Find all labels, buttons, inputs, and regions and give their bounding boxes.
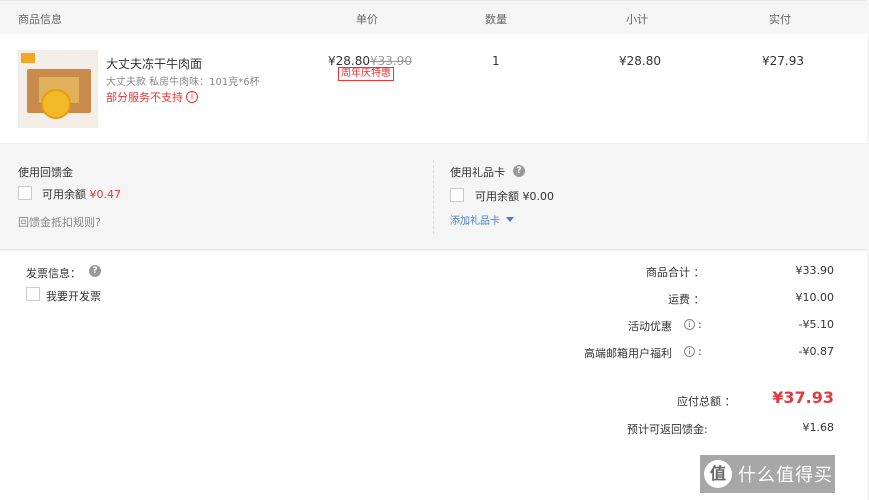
service-warning-text: 部分服务不支持 xyxy=(106,91,183,104)
payable-total-value: ¥37.93 xyxy=(772,388,834,407)
rebate-available: 可用余额 ¥0.47 xyxy=(42,186,121,202)
rebate-available-label: 可用余额 xyxy=(42,188,86,201)
original-price: ¥33.90 xyxy=(370,54,412,68)
rebate-return-label: 预计可返回馈金: xyxy=(627,423,708,436)
subtotal-value: ¥28.80 xyxy=(619,54,661,68)
add-giftcard-link[interactable]: 添加礼品卡 xyxy=(450,212,514,227)
rebate-return-value: ¥1.68 xyxy=(802,421,835,434)
brand-tag-shape xyxy=(21,53,35,63)
actual-paid-value: ¥27.93 xyxy=(762,54,804,68)
rebate-rule-link[interactable]: 回馈金抵扣规则? xyxy=(18,214,101,230)
invoice-title: 发票信息： xyxy=(26,267,81,280)
giftcard-available: 可用余额 ¥0.00 xyxy=(475,188,554,204)
product-row: 大丈夫冻干牛肉面 大丈夫款 私房牛肉味：101克*6杯 部分服务不支持 i ¥2… xyxy=(0,34,867,144)
site-watermark: 值 什么值得买 xyxy=(700,455,835,493)
product-thumbnail[interactable] xyxy=(18,50,98,128)
unit-price: ¥28.80 xyxy=(328,54,370,68)
help-icon[interactable]: ? xyxy=(513,165,525,177)
quantity-value: 1 xyxy=(492,54,500,68)
promo-colon: : xyxy=(698,318,702,331)
promo-label: 活动优惠 xyxy=(628,320,672,333)
col-quantity: 数量 xyxy=(485,13,507,26)
member-benefit-label: 高端邮箱用户福利 xyxy=(584,347,672,360)
noodle-cup-shape xyxy=(41,89,71,119)
section-divider xyxy=(433,160,434,234)
shipping-value: ¥10.00 xyxy=(795,291,835,304)
rebate-available-value: ¥0.47 xyxy=(89,188,122,201)
product-spec: 大丈夫款 私房牛肉味：101克*6杯 xyxy=(106,77,260,88)
invoice-checkbox-label: 我要开发票 xyxy=(46,290,101,303)
promo-badge: 周年庆特惠 xyxy=(338,67,394,81)
watermark-text: 什么值得买 xyxy=(738,465,833,486)
promo-value: -¥5.10 xyxy=(798,318,834,331)
member-colon: : xyxy=(698,345,702,358)
smzdm-logo-icon: 值 xyxy=(704,460,732,488)
info-icon[interactable]: i xyxy=(186,91,198,103)
product-name[interactable]: 大丈夫冻干牛肉面 xyxy=(106,55,202,72)
shipping-label: 运费 ： xyxy=(668,293,705,306)
promo-info-icon[interactable]: i xyxy=(684,319,695,330)
rebate-title: 使用回馈金 xyxy=(18,166,73,179)
goods-total-label: 商品合计 ： xyxy=(646,266,705,279)
add-giftcard-text: 添加礼品卡 xyxy=(450,216,500,227)
member-info-icon[interactable]: i xyxy=(684,346,695,357)
col-product: 商品信息 xyxy=(18,13,62,26)
col-subtotal: 小计 xyxy=(626,13,648,26)
giftcard-checkbox[interactable] xyxy=(450,188,464,202)
goods-total-value: ¥33.90 xyxy=(795,264,835,277)
service-warning[interactable]: 部分服务不支持 i xyxy=(106,89,198,105)
member-benefit-value: -¥0.87 xyxy=(798,345,834,358)
table-header: 商品信息 单价 数量 小计 实付 xyxy=(0,0,867,34)
payment-options-section: 使用回馈金 可用余额 ¥0.47 回馈金抵扣规则? 使用礼品卡 ? 可用余额 ¥… xyxy=(0,148,867,250)
chevron-down-icon xyxy=(506,217,514,222)
giftcard-available-value: ¥0.00 xyxy=(522,190,555,203)
col-actual: 实付 xyxy=(769,13,791,26)
payable-label: 应付总额 ： xyxy=(677,395,736,408)
giftcard-title: 使用礼品卡 xyxy=(450,166,505,179)
rebate-checkbox[interactable] xyxy=(18,186,32,200)
col-unit-price: 单价 xyxy=(356,13,378,26)
invoice-checkbox[interactable] xyxy=(26,287,40,301)
invoice-help-icon[interactable]: ? xyxy=(89,265,101,277)
giftcard-available-label: 可用余额 xyxy=(475,190,519,203)
